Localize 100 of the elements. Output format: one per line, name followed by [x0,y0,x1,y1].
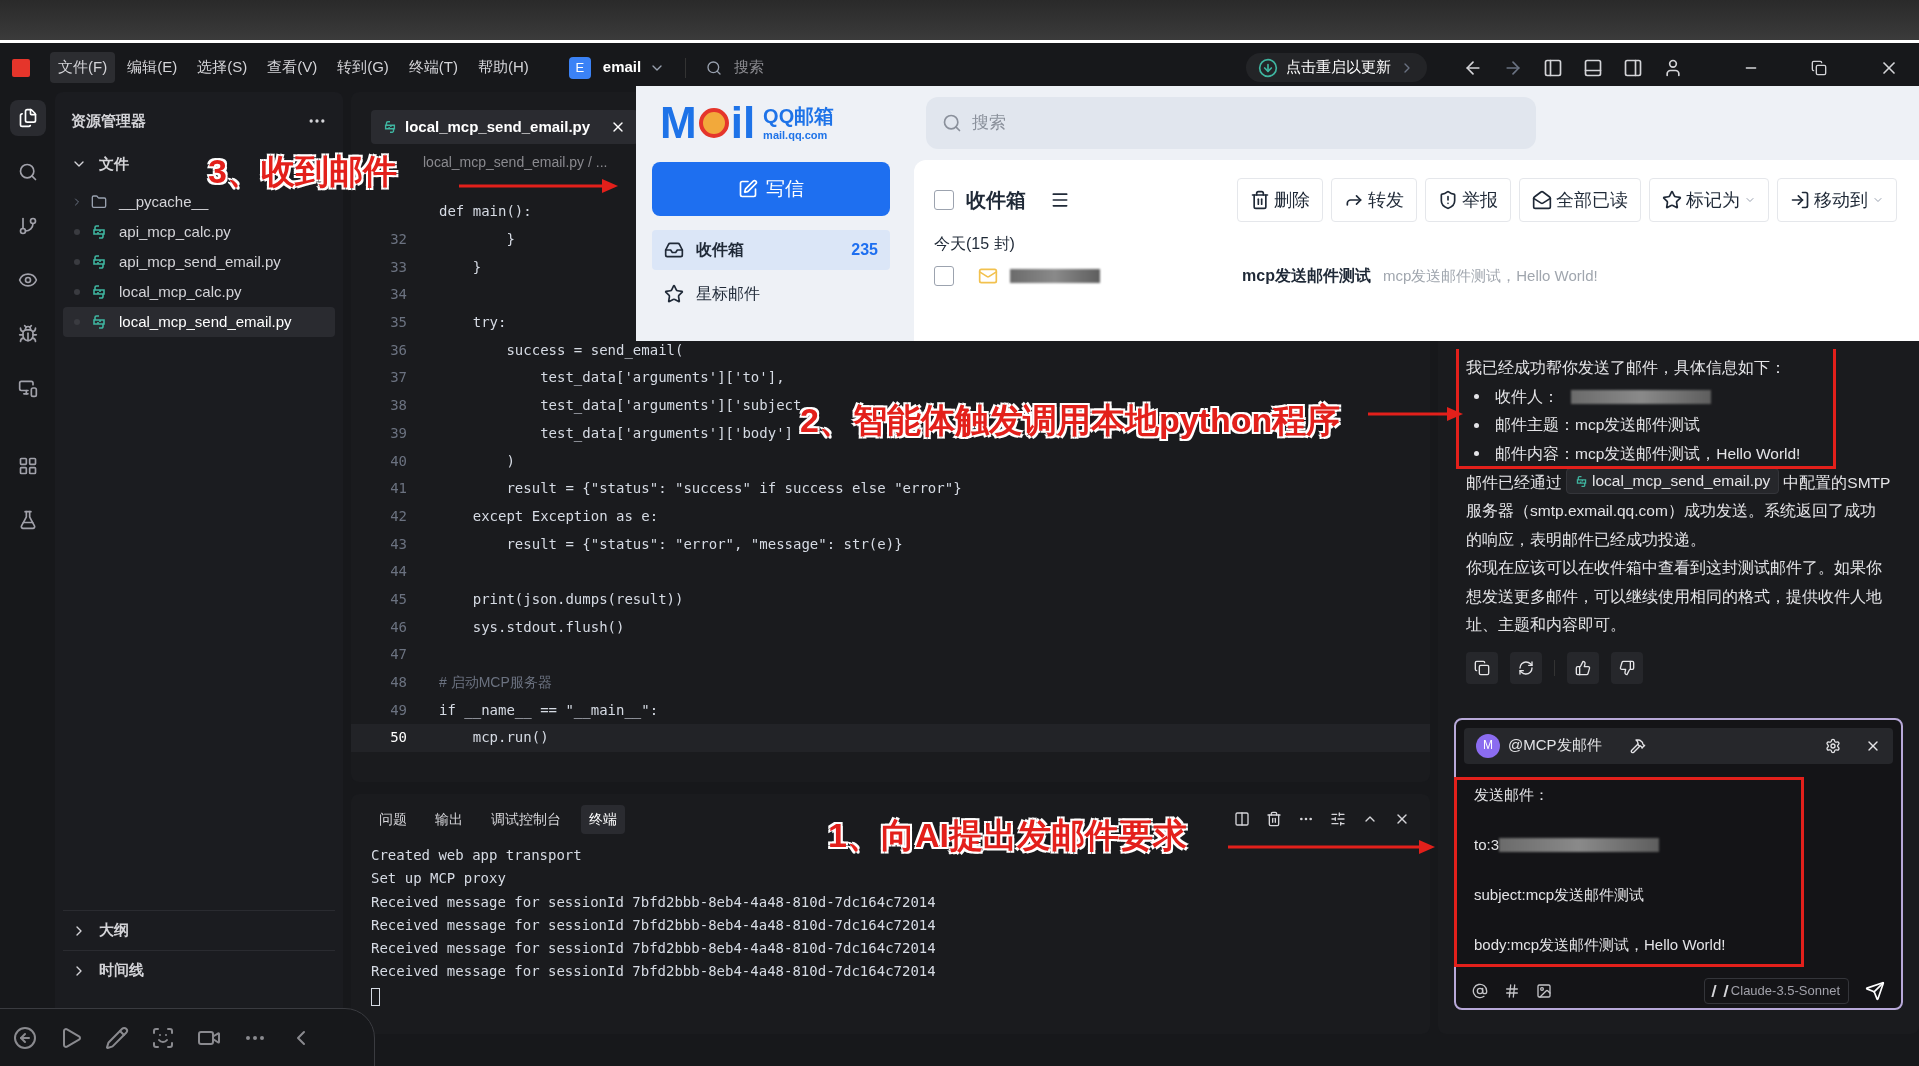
star-icon [664,284,684,304]
split-icon[interactable] [1234,811,1250,827]
code-line: success = send_email( [505,340,684,361]
scan-icon[interactable] [151,1026,175,1050]
thumbs-down-icon [1619,659,1635,676]
panel-tab[interactable]: 问题 [371,804,415,834]
line-number: 47 [389,645,408,665]
python-file-icon [1575,474,1588,488]
checkbox[interactable] [934,190,954,210]
panel-tab[interactable]: 输出 [427,804,471,834]
mention-icon[interactable] [1472,982,1488,999]
file-tree-item[interactable]: local_mcp_calc.py [63,277,335,307]
send-icon[interactable] [1865,980,1885,1001]
toolbar-button[interactable]: 移动到 [1777,178,1897,222]
restore-icon[interactable] [1811,59,1827,76]
code-comment: # 启动MCP服务器 [439,673,552,693]
menu-item[interactable]: 转到(G) [329,52,397,83]
bottom-panel-icon[interactable] [1583,57,1603,78]
workspace-selector[interactable]: email [602,56,642,79]
menu-item[interactable]: 编辑(E) [119,52,186,83]
breadcrumb: local_mcp_send_email.py / ... [423,153,608,172]
checkbox[interactable] [934,266,954,286]
python-file-icon [383,120,397,134]
composer-text-line: subject:mcp发送邮件测试 [1474,884,1645,905]
copy-button[interactable] [1466,651,1498,684]
folder-item[interactable]: 收件箱 235 [652,230,890,270]
line-number: 35 [389,313,408,333]
code-line: def main(): [439,202,532,222]
menu-item[interactable]: 选择(S) [189,52,256,83]
code-line: } [471,257,482,277]
section-header[interactable]: 大纲 [63,910,335,950]
left-panel-icon[interactable] [1543,57,1563,78]
trash-icon[interactable] [1266,811,1282,827]
line-number: 46 [389,617,408,637]
folder-title: 收件箱 [966,188,1026,213]
hammer-icon[interactable] [1629,737,1646,754]
date-group-label: 今天(15 封) [934,234,1015,254]
toolbar-button[interactable]: 转发 [1331,178,1417,222]
file-tree-item[interactable]: api_mcp_calc.py [63,217,335,247]
search-field[interactable]: 搜索 [926,97,1536,149]
composer-text-line: body:mcp发送邮件测试，Hello World! [1474,934,1726,955]
toolbar-button[interactable]: 标记为 [1649,178,1769,222]
sliders-icon[interactable] [1330,811,1346,827]
line-number: 33 [389,257,408,277]
model-selector[interactable]: Claude-3.5-Sonnet [1703,977,1849,1004]
menu-item[interactable]: 帮助(H) [470,52,537,83]
menu-item[interactable]: 终端(T) [400,52,466,83]
menu-item[interactable]: 文件(F) [50,52,116,83]
refresh-icon [1518,659,1534,676]
chat-message-text: 你现在应该可以在收件箱中查看到这封测试邮件了。如果你想发送更多邮件，可以继续使用相同的格式，提供收件人地址、主题和内容即可。 [1466,558,1883,635]
hash-icon[interactable] [1504,982,1520,999]
menu-icon[interactable] [1050,190,1070,210]
download-icon [1258,57,1278,78]
file-tree-item[interactable]: api_mcp_send_email.py [63,247,335,277]
user-icon[interactable] [1663,57,1683,78]
toolbar-button[interactable]: 举报 [1425,178,1511,222]
files-icon[interactable] [9,100,46,136]
compose-button[interactable]: 写信 [652,162,890,216]
python-file-icon [91,284,107,300]
pencil-icon[interactable] [105,1026,129,1050]
editor-tab[interactable]: local_mcp_send_email.py [371,110,639,144]
panel-tab[interactable]: 调试控制台 [483,804,569,834]
toolbar-button[interactable]: 删除 [1237,178,1323,222]
section-header[interactable]: 文件 [55,148,145,179]
thumbs-up-button[interactable] [1567,651,1599,684]
terminal-line: Received message for sessionId 7bfd2bbb-8eb4-4a48-810d-7dc164c72014 [371,915,936,935]
line-number: 44 [389,562,408,582]
thumbs-up-icon [1575,659,1591,676]
line-number: 38 [389,396,408,416]
file-chip[interactable]: local_mcp_send_email.py [1566,468,1780,494]
terminal-line: Received message for sessionId 7bfd2bbb-8eb4-4a48-810d-7dc164c72014 [371,892,936,912]
message-composer[interactable]: M @MCP发邮件 发送邮件： to:3 subject:mcp发送邮件测试 body:mcp发送邮件测试，Hello World! Claude-3.5-Sonnet [1454,717,1903,1010]
file-tree-item[interactable]: local_mcp_send_email.py [63,307,335,337]
toolbar-button[interactable]: 全部已读 [1519,178,1641,222]
refresh-button[interactable] [1510,651,1542,684]
line-number: 42 [389,506,408,526]
right-panel-icon[interactable] [1623,57,1643,78]
line-number: 32 [389,230,408,250]
search-field[interactable]: 搜索 [734,56,1235,79]
line-number: 36 [389,340,408,360]
update-button[interactable]: 点击重启以更新 [1246,53,1427,82]
bullet-icon [1474,394,1479,400]
image-icon[interactable] [1536,982,1552,999]
python-file-icon [91,314,107,330]
menu-item[interactable]: 查看(V) [259,52,326,83]
settings-icon[interactable] [1825,737,1841,754]
folder-item[interactable]: 星标邮件 [652,274,890,314]
mail-subject[interactable]: mcp发送邮件测试 [1242,264,1371,288]
thumbs-down-button[interactable] [1611,651,1643,684]
panel-tab[interactable]: 终端 [581,804,625,834]
code-line: mcp.run() [471,728,549,748]
folder-icon [91,194,107,210]
annotation-text: 3、收到邮件 [208,151,397,192]
section-header[interactable]: 时间线 [63,950,335,990]
search-icon [706,59,723,76]
anthropic-logo-icon [1711,984,1729,997]
code-line: print(json.dumps(result)) [471,589,684,609]
inbox-icon [664,240,684,260]
composer-text-line: to:3 [1474,834,1500,855]
line-number: 40 [389,451,408,471]
